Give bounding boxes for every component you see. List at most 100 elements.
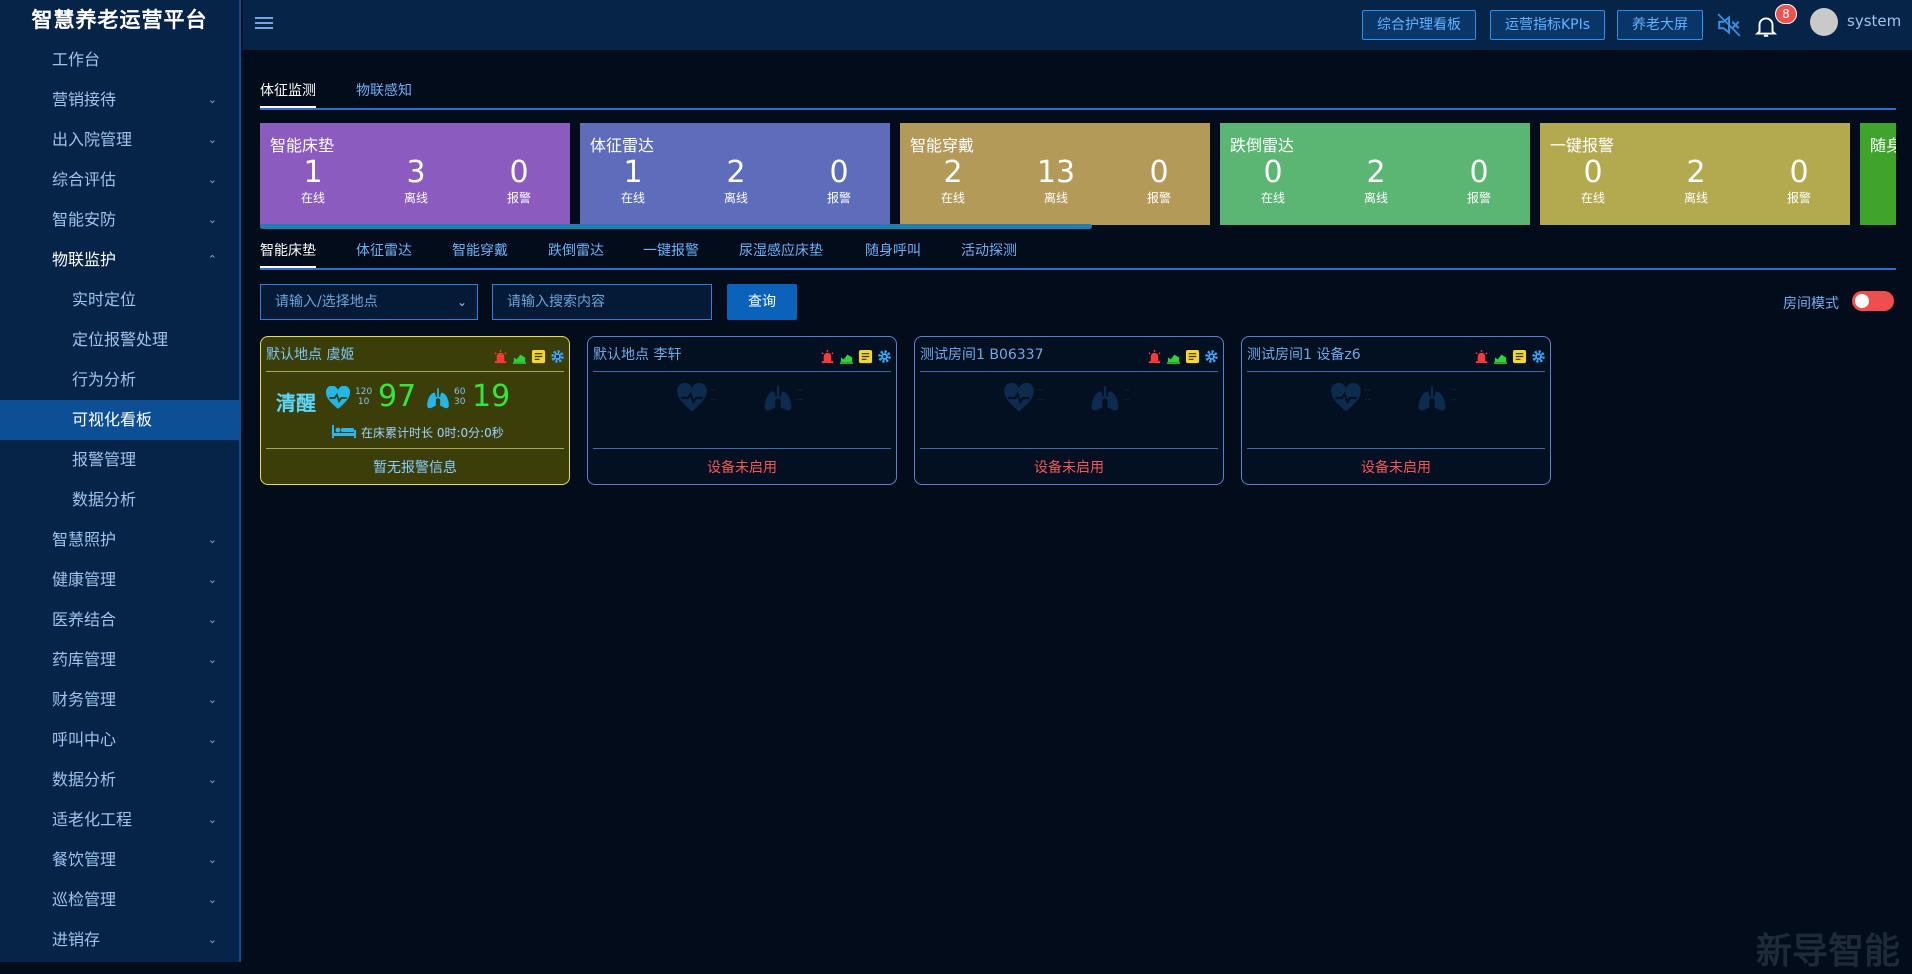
tab-device-type[interactable]: 尿湿感应床垫 (739, 240, 823, 268)
stat-value: 2 (943, 155, 963, 190)
gear-icon[interactable] (1204, 349, 1219, 364)
device-summary-card[interactable]: 智能穿戴 2 在线 13 离线 0 报警 (900, 123, 1210, 225)
sidebar-item[interactable]: 进销存 ⌄ (0, 920, 239, 960)
sidebar-item[interactable]: 数据分析 ⌄ (0, 760, 239, 800)
device-summary-card[interactable]: 一键报警 0 在线 2 离线 0 报警 (1540, 123, 1850, 225)
tab-device-type[interactable]: 一键报警 (643, 240, 699, 268)
sidebar-item[interactable]: 健康管理 ⌄ (0, 560, 239, 600)
sidebar-item-label: 适老化工程 (52, 810, 133, 829)
device-summary-card[interactable]: 智能床垫 1 在线 3 离线 0 报警 (260, 123, 570, 225)
tab-device-type[interactable]: 跌倒雷达 (548, 240, 604, 268)
search-input[interactable]: 请输入搜索内容 (492, 284, 712, 320)
sidebar-item[interactable]: 药库管理 ⌄ (0, 640, 239, 680)
sidebar-item[interactable]: 定位报警处理 (0, 320, 239, 360)
notes-icon[interactable] (1512, 349, 1527, 364)
mute-icon[interactable] (1716, 12, 1742, 38)
chart-icon[interactable] (839, 349, 854, 364)
chart-icon[interactable] (512, 349, 527, 364)
bed-card-actions (816, 346, 892, 364)
alarm-icon[interactable] (1147, 349, 1162, 364)
sidebar-item[interactable]: 实时定位 (0, 280, 239, 320)
gear-icon[interactable] (550, 349, 565, 364)
chevron-down-icon: ⌄ (207, 653, 217, 666)
sidebar-item[interactable]: 综合评估 ⌄ (0, 160, 239, 200)
cards-scrollbar[interactable] (260, 224, 1092, 229)
sidebar-item[interactable]: 报警管理 (0, 440, 239, 480)
bed-device-card[interactable]: 测试房间1 设备z6 -- -- -- -- 设备未启用 (1241, 336, 1551, 485)
sidebar-item-label: 物联监护 (52, 250, 117, 269)
sidebar-item[interactable]: 行为分析 (0, 360, 239, 400)
sidebar-item[interactable]: 智慧照护 ⌄ (0, 520, 239, 560)
tab-iot-sensing[interactable]: 物联感知 (356, 80, 412, 108)
toggle-knob (1855, 294, 1869, 308)
alarm-icon[interactable] (1474, 349, 1489, 364)
lungs-icon (425, 386, 451, 410)
sidebar-item[interactable]: 工作台 (0, 40, 239, 80)
tab-device-type[interactable]: 智能穿戴 (452, 240, 508, 268)
sidebar-item[interactable]: 餐饮管理 ⌄ (0, 840, 239, 880)
tab-device-type[interactable]: 智能床垫 (260, 240, 316, 268)
tab-device-type[interactable]: 随身呼叫 (865, 240, 921, 268)
device-stat: 2 在线 (918, 156, 988, 206)
notes-icon[interactable] (858, 349, 873, 364)
chart-icon[interactable] (1166, 349, 1181, 364)
device-card-title: 随身 (1870, 136, 1896, 155)
alarm-icon[interactable] (820, 349, 835, 364)
gear-icon[interactable] (877, 349, 892, 364)
stat-value: 0 (1469, 155, 1489, 190)
bed-time-text: 在床累计时长 0时:0分:0秒 (361, 426, 504, 440)
tab-vital-monitoring[interactable]: 体征监测 (260, 80, 316, 108)
chevron-up-icon: ⌃ (207, 253, 217, 266)
sidebar-item[interactable]: 智能安防 ⌄ (0, 200, 239, 240)
chart-icon[interactable] (1493, 349, 1508, 364)
sidebar-item[interactable]: 医养结合 ⌄ (0, 600, 239, 640)
stat-label: 报警 (1466, 191, 1491, 205)
gear-icon[interactable] (1531, 349, 1546, 364)
avatar[interactable] (1810, 8, 1838, 36)
device-summary-card[interactable]: 跌倒雷达 0 在线 2 离线 0 报警 (1220, 123, 1530, 225)
location-select[interactable]: 请输入/选择地点 ⌄ (260, 284, 478, 320)
heart-range-placeholder: -- -- (1037, 385, 1044, 405)
sidebar-item[interactable]: 营销接待 ⌄ (0, 80, 239, 120)
device-stat: 0 报警 (804, 156, 874, 206)
menu-toggle-icon[interactable] (255, 14, 273, 32)
card-divider (1247, 448, 1545, 449)
sidebar-item-label: 智能安防 (52, 210, 117, 229)
bed-device-card[interactable]: 测试房间1 B06337 -- -- -- -- 设备未启用 (914, 336, 1224, 485)
sidebar-item-label: 呼叫中心 (52, 730, 117, 749)
chevron-down-icon: ⌄ (207, 173, 217, 186)
username[interactable]: system (1847, 12, 1901, 30)
tab-device-type[interactable]: 活动探测 (961, 240, 1017, 268)
sidebar-item[interactable]: 物联监护 ⌃ (0, 240, 239, 280)
nursing-board-button[interactable]: 综合护理看板 (1362, 10, 1476, 40)
stat-label: 离线 (1043, 191, 1068, 205)
stat-value: 2 (726, 155, 746, 190)
device-summary-card[interactable]: 体征雷达 1 在线 2 离线 0 报警 (580, 123, 890, 225)
sidebar-item[interactable]: 数据分析 (0, 480, 239, 520)
alarm-icon[interactable] (493, 349, 508, 364)
notes-icon[interactable] (1185, 349, 1200, 364)
sidebar-item[interactable]: 适老化工程 ⌄ (0, 800, 239, 840)
chevron-down-icon: ⌄ (207, 813, 217, 826)
sidebar-item[interactable]: 可视化看板 (0, 400, 239, 440)
stat-label: 报警 (506, 191, 531, 205)
bed-device-card[interactable]: 默认地点 李轩 -- -- -- -- 设备未启用 (587, 336, 897, 485)
kpi-button[interactable]: 运营指标KPIs (1490, 10, 1606, 40)
sidebar-item[interactable]: 财务管理 ⌄ (0, 680, 239, 720)
sidebar-item[interactable]: 出入院管理 ⌄ (0, 120, 239, 160)
tab-device-type[interactable]: 体征雷达 (356, 240, 412, 268)
device-summary-card[interactable]: 随身 (1860, 123, 1896, 225)
room-mode-toggle[interactable] (1852, 291, 1894, 311)
bed-device-card[interactable]: 默认地点 虞姬 清醒 120 10 97 60 30 19 在床累计时长 0时:0分:0秒 暂无报… (260, 336, 570, 485)
breath-range-high: 60 (454, 387, 466, 397)
query-button[interactable]: 查询 (727, 284, 797, 320)
sidebar-item[interactable]: 呼叫中心 ⌄ (0, 720, 239, 760)
device-type-tabs: 智能床垫 体征雷达 智能穿戴 跌倒雷达 一键报警 尿湿感应床垫 随身呼叫 活动探测 (260, 240, 1896, 270)
big-screen-button[interactable]: 养老大屏 (1617, 10, 1703, 40)
device-card-title: 智能床垫 (270, 136, 335, 155)
notes-icon[interactable] (531, 349, 546, 364)
device-stat: 0 报警 (1444, 156, 1514, 206)
device-stat: 0 在线 (1238, 156, 1308, 206)
sidebar-item[interactable]: 巡检管理 ⌄ (0, 880, 239, 920)
device-stat: 0 报警 (1764, 156, 1834, 206)
